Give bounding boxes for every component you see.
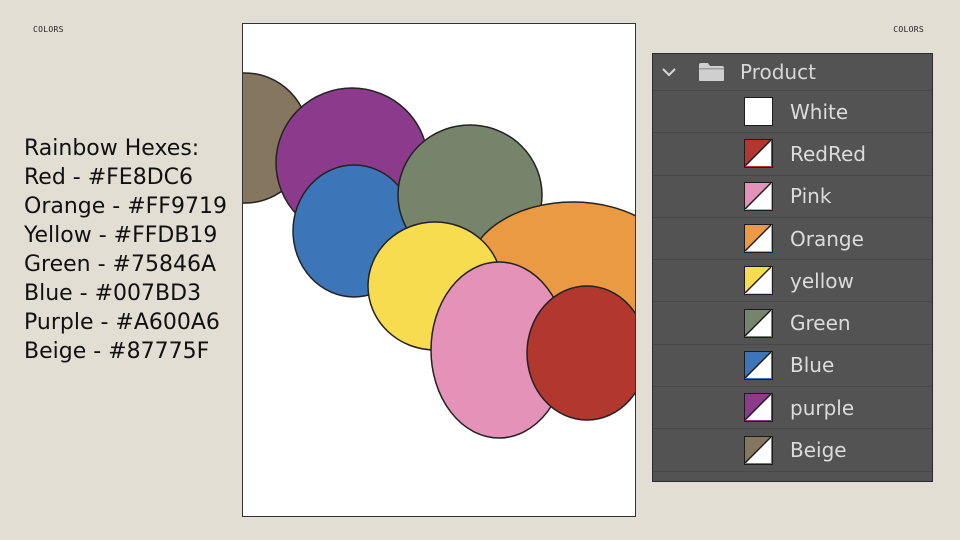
layer-row-beige[interactable]: Beige bbox=[653, 429, 932, 472]
chevron-down-icon[interactable] bbox=[654, 67, 684, 77]
layer-name: White bbox=[790, 99, 849, 124]
layer-name: Green bbox=[790, 311, 851, 336]
hex-list-item-blue: Blue - #007BD3 bbox=[24, 281, 202, 306]
layer-group-product[interactable]: Product bbox=[653, 54, 932, 91]
layer-name: Orange bbox=[790, 226, 864, 251]
rainbow-hex-list: Rainbow Hexes: Red - #FE8DC6 Orange - #F… bbox=[24, 134, 227, 366]
layer-row-pink[interactable]: Pink bbox=[653, 176, 932, 218]
layer-row-blue[interactable]: Blue bbox=[653, 345, 932, 388]
layer-color-swatch bbox=[744, 224, 773, 254]
layer-color-swatch bbox=[744, 97, 773, 127]
slide-corner-label-right: COLORS bbox=[893, 25, 924, 34]
layer-color-swatch bbox=[744, 266, 773, 296]
layer-name: RedRed bbox=[790, 141, 866, 166]
layer-name: Blue bbox=[790, 353, 835, 378]
layer-color-swatch bbox=[744, 308, 773, 338]
layer-name: Beige bbox=[790, 438, 847, 463]
layer-row-white[interactable]: White bbox=[653, 91, 932, 134]
hex-list-item-orange: Orange - #FF9719 bbox=[24, 194, 227, 219]
folder-icon bbox=[698, 62, 725, 82]
hex-list-item-yellow: Yellow - #FFDB19 bbox=[24, 223, 218, 248]
layer-name: yellow bbox=[790, 268, 854, 293]
layer-row-orange[interactable]: Orange bbox=[653, 218, 932, 261]
red-circle[interactable] bbox=[526, 285, 635, 421]
artboard-canvas[interactable] bbox=[242, 23, 636, 517]
layer-name: Pink bbox=[790, 184, 832, 209]
hex-list-item-green: Green - #75846A bbox=[24, 252, 217, 277]
layer-name: purple bbox=[790, 395, 855, 420]
hex-list-item-purple: Purple - #A600A6 bbox=[24, 310, 220, 335]
slide-corner-label-left: COLORS bbox=[33, 25, 64, 34]
layer-color-swatch bbox=[744, 435, 773, 465]
layer-group-name: Product bbox=[740, 60, 816, 84]
layers-panel: Product White RedRed Pink Orange yellow Green… bbox=[652, 53, 933, 482]
layer-color-swatch bbox=[744, 350, 773, 380]
hex-list-title: Rainbow Hexes: bbox=[24, 136, 200, 161]
hex-list-item-red: Red - #FE8DC6 bbox=[24, 165, 194, 190]
layer-row-redred[interactable]: RedRed bbox=[653, 133, 932, 176]
hex-list-item-beige: Beige - #87775F bbox=[24, 339, 210, 364]
layer-color-swatch bbox=[744, 393, 773, 423]
layer-row-purple[interactable]: purple bbox=[653, 387, 932, 430]
layer-row-yellow[interactable]: yellow bbox=[653, 260, 932, 303]
layer-color-swatch bbox=[744, 139, 773, 169]
layer-color-swatch bbox=[744, 181, 773, 211]
layer-row-green[interactable]: Green bbox=[653, 302, 932, 345]
